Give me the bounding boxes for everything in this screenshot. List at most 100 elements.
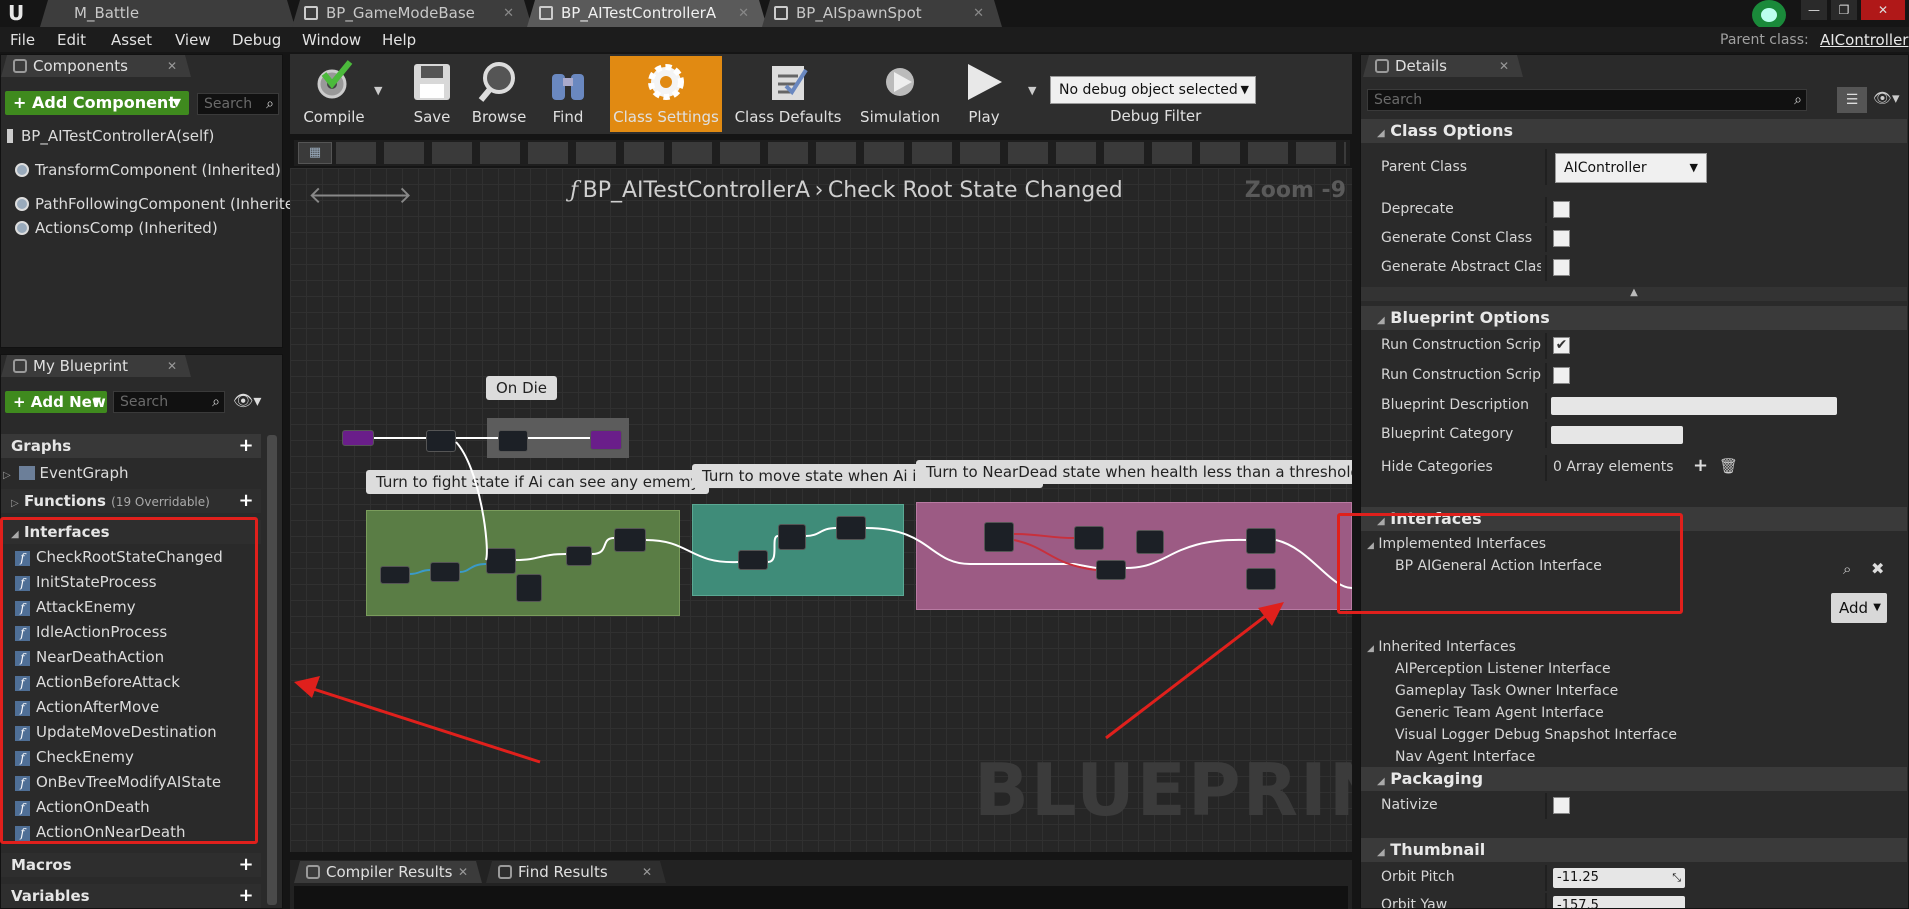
- close-icon[interactable]: ✕: [458, 861, 468, 883]
- packaging-section[interactable]: ◢ Packaging: [1361, 767, 1907, 791]
- simulation-button[interactable]: Simulation: [854, 56, 946, 132]
- view-options-eye-icon[interactable]: 👁▾: [233, 391, 275, 413]
- event-graph-item[interactable]: ▷ EventGraph: [3, 464, 128, 482]
- input-value: -157.5: [1557, 898, 1599, 909]
- nativize-checkbox[interactable]: [1553, 797, 1570, 814]
- class-settings-button[interactable]: Class Settings: [610, 56, 722, 132]
- component-actions[interactable]: ActionsComp (Inherited): [15, 219, 218, 237]
- orbit-pitch-input[interactable]: -11.25 ⤡: [1553, 868, 1685, 888]
- details-tab[interactable]: Details ✕: [1363, 55, 1523, 77]
- close-icon[interactable]: ✕: [973, 0, 984, 27]
- gen-const-checkbox[interactable]: [1553, 230, 1570, 247]
- collapse-arrow-icon[interactable]: ◢: [1367, 644, 1374, 654]
- add-function-plus-icon[interactable]: +: [237, 492, 255, 510]
- scrollbar[interactable]: [267, 435, 277, 905]
- menu-debug[interactable]: Debug: [232, 31, 281, 49]
- close-window-icon[interactable]: ✕: [1861, 0, 1905, 20]
- remove-interface-close-icon[interactable]: ✖: [1871, 559, 1884, 578]
- close-icon[interactable]: ✕: [642, 861, 652, 883]
- close-icon[interactable]: ✕: [738, 0, 749, 27]
- add-macro-plus-icon[interactable]: +: [237, 856, 255, 874]
- debug-object-dropdown[interactable]: No debug object selected ▼: [1050, 76, 1256, 104]
- compiler-results-tab[interactable]: Compiler Results ✕: [294, 861, 482, 883]
- category-input[interactable]: [1551, 426, 1683, 444]
- function-tabs[interactable]: [336, 142, 1346, 164]
- run-cs-2-checkbox[interactable]: [1553, 367, 1570, 384]
- add-interface-button[interactable]: Add ▼: [1831, 593, 1887, 623]
- deprecate-checkbox[interactable]: [1553, 201, 1570, 218]
- component-self[interactable]: BP_AITestControllerA(self): [7, 127, 214, 145]
- maximize-icon[interactable]: ❐: [1831, 0, 1857, 20]
- view-options-eye-icon[interactable]: 👁▾: [1873, 89, 1903, 111]
- close-icon[interactable]: ✕: [167, 55, 177, 77]
- gen-abstract-checkbox[interactable]: [1553, 259, 1570, 276]
- menu-view[interactable]: View: [175, 31, 211, 49]
- class-defaults-button[interactable]: Class Defaults: [730, 56, 846, 132]
- variables-section[interactable]: Variables +: [1, 884, 261, 908]
- blueprint-watermark: BLUEPRINT: [974, 748, 1352, 832]
- menu-asset[interactable]: Asset: [111, 31, 152, 49]
- minimize-icon[interactable]: —: [1801, 0, 1827, 20]
- advanced-collapse-icon[interactable]: ▲: [1361, 287, 1907, 301]
- graphs-section[interactable]: Graphs +: [1, 434, 261, 458]
- collapse-arrow-icon[interactable]: ◢: [1377, 847, 1385, 858]
- add-variable-plus-icon[interactable]: +: [237, 887, 255, 905]
- class-options-section[interactable]: ◢ Class Options: [1361, 119, 1907, 143]
- add-new-button[interactable]: + Add New ▼: [5, 391, 107, 413]
- save-button[interactable]: Save: [404, 56, 460, 132]
- macros-section[interactable]: Macros +: [1, 853, 261, 877]
- property-matrix-icon[interactable]: ☰: [1837, 87, 1867, 113]
- close-icon[interactable]: ✕: [503, 0, 514, 27]
- tab-bp-aispawnspot[interactable]: BP_AISpawnSpot ✕: [762, 0, 1002, 27]
- tab-bp-gamemodebase[interactable]: BP_GameModeBase ✕: [292, 0, 532, 27]
- collapse-arrow-icon[interactable]: ◢: [1377, 128, 1385, 139]
- my-blueprint-tab[interactable]: My Blueprint ✕: [1, 355, 191, 377]
- description-input[interactable]: [1551, 397, 1837, 415]
- compile-options-chevron-icon[interactable]: ▼: [374, 84, 382, 97]
- expand-arrow-icon[interactable]: ▷: [3, 470, 11, 481]
- divider: [1545, 363, 1547, 389]
- component-pathfollowing[interactable]: PathFollowingComponent (Inherite: [15, 195, 294, 213]
- tab-m-battle[interactable]: M_Battle: [40, 0, 295, 27]
- browse-button[interactable]: Browse: [466, 56, 532, 132]
- tab-bp-aitestcontrollera[interactable]: BP_AITestControllerA ✕: [527, 0, 767, 27]
- compile-button[interactable]: Compile: [294, 56, 374, 132]
- thumbnail-section[interactable]: ◢ Thumbnail: [1361, 838, 1907, 862]
- close-icon[interactable]: ✕: [167, 355, 177, 377]
- menu-help[interactable]: Help: [382, 31, 416, 49]
- collapse-arrow-icon[interactable]: ◢: [1377, 315, 1385, 326]
- inherited-interfaces-header[interactable]: ◢ Inherited Interfaces: [1367, 639, 1516, 655]
- orbit-yaw-input[interactable]: -157.5: [1553, 896, 1685, 909]
- close-icon[interactable]: ✕: [1499, 55, 1509, 77]
- play-options-chevron-icon[interactable]: ▼: [1028, 84, 1036, 97]
- menu-window[interactable]: Window: [302, 31, 361, 49]
- add-element-plus-icon[interactable]: +: [1693, 455, 1708, 476]
- expand-arrow-icon[interactable]: ▷: [11, 498, 19, 509]
- trash-icon[interactable]: 🗑: [1719, 457, 1738, 475]
- components-tab[interactable]: Components ✕: [1, 55, 191, 77]
- add-graph-plus-icon[interactable]: +: [237, 437, 255, 455]
- details-search-input[interactable]: Search ⌕: [1367, 89, 1807, 111]
- run-cs-1-checkbox[interactable]: ✔: [1553, 337, 1570, 354]
- find-results-tab[interactable]: Find Results ✕: [486, 861, 666, 883]
- parent-class-link[interactable]: AIController: [1820, 31, 1908, 49]
- play-button[interactable]: Play: [950, 56, 1018, 132]
- tab-label: Find Results: [518, 863, 608, 881]
- unreal-logo-icon[interactable]: U: [8, 2, 30, 24]
- component-transform[interactable]: TransformComponent (Inherited): [15, 161, 281, 179]
- blueprint-options-section[interactable]: ◢ Blueprint Options: [1361, 306, 1907, 330]
- my-blueprint-search-input[interactable]: Search ⌕: [113, 391, 225, 413]
- browse-interface-magnifier-icon[interactable]: ⌕: [1843, 560, 1851, 578]
- graph-tab-grid-icon[interactable]: ▦: [298, 142, 332, 164]
- find-button[interactable]: Find: [536, 56, 600, 132]
- collapse-arrow-icon[interactable]: ◢: [1377, 776, 1385, 787]
- search-placeholder: Search: [204, 96, 253, 112]
- parent-class-dropdown[interactable]: AIController ▼: [1555, 153, 1707, 183]
- section-label: Blueprint Options: [1390, 308, 1550, 327]
- functions-section[interactable]: ▷ Functions (19 Overridable) +: [1, 489, 261, 513]
- components-search-input[interactable]: Search ⌕: [197, 93, 279, 115]
- menu-edit[interactable]: Edit: [57, 31, 86, 49]
- source-control-icon[interactable]: [1752, 0, 1786, 30]
- menu-file[interactable]: File: [10, 31, 35, 49]
- add-component-button[interactable]: + Add Component ▼: [5, 91, 189, 115]
